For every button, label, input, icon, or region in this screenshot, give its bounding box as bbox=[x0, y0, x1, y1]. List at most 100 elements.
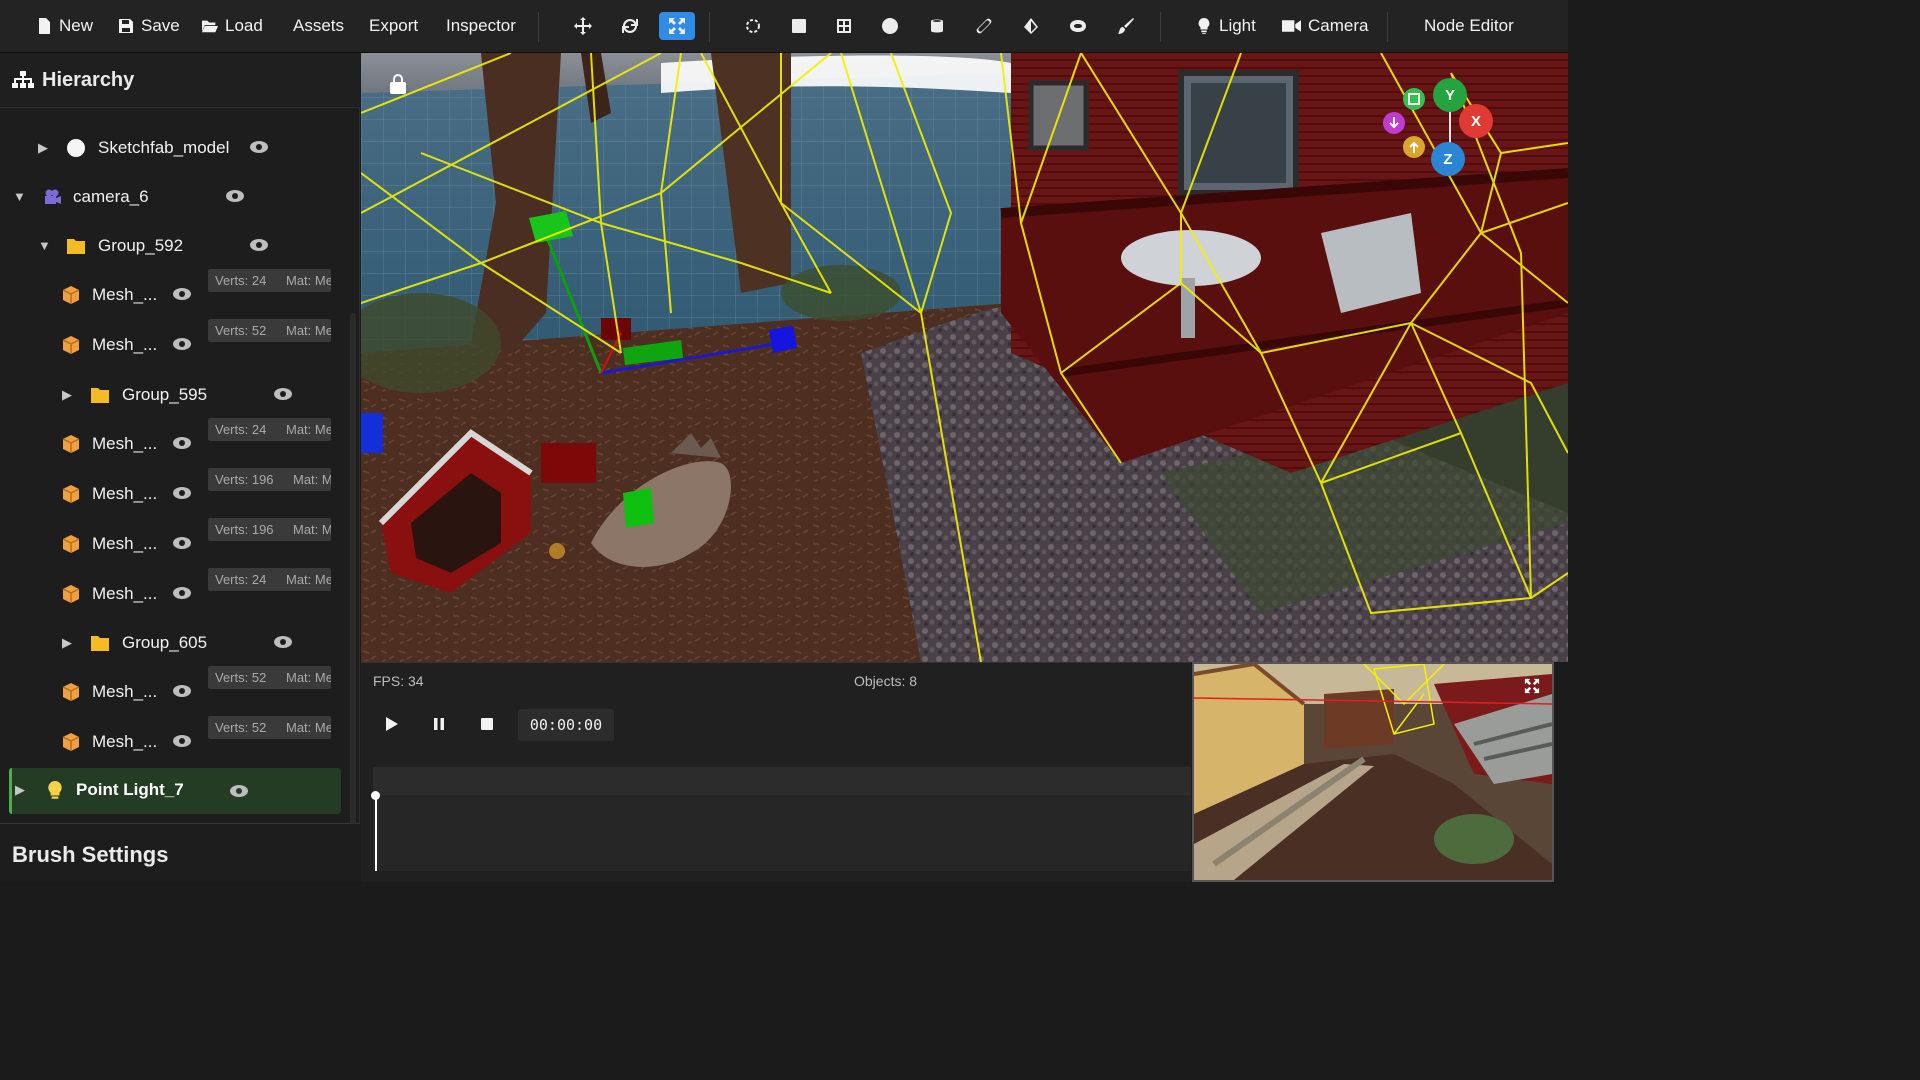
eye-icon[interactable] bbox=[172, 734, 192, 748]
add-cylinder-button[interactable] bbox=[921, 12, 953, 40]
cube-icon bbox=[62, 336, 80, 354]
expand-arrow-icon[interactable]: ▶ bbox=[15, 782, 25, 798]
mesh-info-badge: Verts: 52 Mat: Me bbox=[208, 716, 331, 739]
expand-arrow-icon[interactable]: ▶ bbox=[62, 387, 72, 403]
assets-label: Assets bbox=[293, 16, 345, 35]
add-capsule-button[interactable] bbox=[968, 12, 1000, 40]
camera-preview[interactable] bbox=[1192, 662, 1554, 882]
tree-row[interactable]: ▶ Sketchfab_model bbox=[0, 126, 346, 172]
collapse-arrow-icon[interactable]: ▼ bbox=[13, 189, 26, 204]
tree-row[interactable]: Mesh_... Verts: 196 Mat: M bbox=[0, 518, 346, 568]
play-button[interactable] bbox=[376, 709, 406, 739]
tree-row[interactable]: Mesh_... Verts: 24 Mat: Me bbox=[0, 568, 346, 618]
tree-row-label: Mesh_... bbox=[92, 484, 158, 503]
tree-row[interactable]: Mesh_... Verts: 24 Mat: Me bbox=[0, 418, 346, 468]
timeline-track[interactable] bbox=[371, 767, 1191, 871]
tree-row-label: Group_592 bbox=[98, 236, 184, 255]
assets-button[interactable]: Assets bbox=[293, 0, 344, 53]
folder-open-icon bbox=[202, 20, 218, 33]
collapse-arrow-icon[interactable]: ▼ bbox=[38, 238, 51, 253]
camera-label: Camera bbox=[1308, 16, 1369, 35]
play-icon bbox=[386, 717, 398, 731]
playhead-handle[interactable] bbox=[371, 791, 380, 800]
material-label: Mat: Me bbox=[286, 572, 331, 587]
tree-row-label: camera_6 bbox=[73, 187, 149, 206]
hierarchy-scrollbar[interactable] bbox=[350, 313, 356, 873]
hierarchy-panel: Hierarchy ▶ Sketchfab_model ▼ camera_6 ▼… bbox=[0, 53, 360, 882]
3d-viewport[interactable]: Y X Z bbox=[361, 53, 1568, 662]
eye-icon[interactable] bbox=[172, 684, 192, 698]
tree-row[interactable]: Mesh_... Verts: 52 Mat: Me bbox=[0, 319, 346, 369]
eye-icon[interactable] bbox=[229, 784, 249, 798]
verts-count: Verts: 52 bbox=[215, 670, 267, 685]
timeline-panel: FPS: 34 Objects: 8 00:00:00 bbox=[361, 662, 1191, 882]
tree-row[interactable]: ▶ Group_595 bbox=[0, 373, 346, 419]
add-cube-button[interactable] bbox=[783, 12, 815, 40]
arrow-down-icon bbox=[1389, 117, 1399, 129]
gizmo-x-axis[interactable]: X bbox=[1459, 104, 1493, 138]
stop-icon bbox=[481, 718, 493, 730]
sphere-icon bbox=[882, 18, 898, 34]
tree-row[interactable]: Mesh_... Verts: 196 Mat: M bbox=[0, 468, 346, 518]
move-tool-button[interactable] bbox=[567, 12, 599, 40]
gizmo-y-axis[interactable]: Y bbox=[1433, 78, 1467, 112]
gizmo-down-button[interactable] bbox=[1383, 112, 1405, 134]
eye-icon[interactable] bbox=[172, 536, 192, 550]
eye-icon[interactable] bbox=[249, 238, 269, 252]
brush-settings-header[interactable]: Brush Settings bbox=[0, 823, 360, 882]
cube-icon bbox=[792, 19, 806, 33]
tree-row[interactable]: Mesh_... Verts: 52 Mat: Me bbox=[0, 716, 346, 766]
eye-icon[interactable] bbox=[172, 436, 192, 450]
rotate-tool-button[interactable] bbox=[614, 12, 646, 40]
brush-tool-button[interactable] bbox=[1110, 12, 1142, 40]
expand-arrow-icon[interactable]: ▶ bbox=[38, 140, 48, 156]
expand-arrow-icon[interactable]: ▶ bbox=[62, 635, 72, 651]
tree-row-label: Mesh_... bbox=[92, 732, 158, 751]
load-button[interactable]: Load bbox=[202, 0, 263, 53]
tree-row[interactable]: ▶ Group_605 bbox=[0, 621, 346, 667]
tree-row[interactable]: Mesh_... Verts: 24 Mat: Me bbox=[0, 269, 346, 319]
inspector-button[interactable]: Inspector bbox=[446, 0, 516, 53]
add-cone-button[interactable] bbox=[1015, 12, 1047, 40]
tree-row-label: Mesh_... bbox=[92, 335, 158, 354]
scale-tool-button[interactable] bbox=[659, 12, 695, 40]
node-editor-button[interactable]: Node Editor bbox=[1424, 0, 1514, 53]
eye-icon[interactable] bbox=[225, 189, 245, 203]
tree-row-label: Group_605 bbox=[122, 633, 208, 652]
playhead[interactable] bbox=[375, 793, 377, 871]
tree-row-selected[interactable]: ▶ Point Light_7 bbox=[9, 768, 341, 814]
gizmo-up-button[interactable] bbox=[1403, 136, 1425, 158]
tree-row[interactable]: Mesh_... Verts: 52 Mat: Me bbox=[0, 666, 346, 716]
timeline-ruler[interactable] bbox=[373, 767, 1191, 795]
add-camera-button[interactable]: Camera bbox=[1282, 0, 1368, 53]
lock-icon[interactable] bbox=[388, 73, 408, 95]
gizmo-z-axis[interactable]: Z bbox=[1431, 142, 1465, 176]
export-button[interactable]: Export bbox=[369, 0, 418, 53]
mesh-info-badge: Verts: 196 Mat: M bbox=[208, 468, 331, 491]
eye-icon[interactable] bbox=[172, 586, 192, 600]
pause-icon bbox=[434, 718, 444, 730]
eye-icon[interactable] bbox=[273, 387, 293, 401]
light-label: Light bbox=[1219, 16, 1256, 35]
pause-button[interactable] bbox=[424, 709, 454, 739]
stop-button[interactable] bbox=[472, 709, 502, 739]
gizmo-frame-button[interactable] bbox=[1403, 88, 1425, 110]
material-label: Mat: M bbox=[293, 522, 331, 537]
eye-icon[interactable] bbox=[172, 337, 192, 351]
tree-row[interactable]: ▼ camera_6 bbox=[0, 175, 346, 221]
fullscreen-button[interactable] bbox=[1520, 674, 1544, 698]
add-sphere-button[interactable] bbox=[874, 12, 906, 40]
new-button[interactable]: New bbox=[36, 0, 93, 53]
tree-row[interactable]: ▼ Group_592 bbox=[0, 224, 346, 270]
eye-icon[interactable] bbox=[273, 635, 293, 649]
save-button[interactable]: Save bbox=[118, 0, 180, 53]
orientation-gizmo[interactable]: Y X Z bbox=[1383, 78, 1495, 208]
eye-icon[interactable] bbox=[172, 287, 192, 301]
eye-icon[interactable] bbox=[249, 140, 269, 154]
cube-icon bbox=[62, 535, 80, 553]
add-torus-button[interactable] bbox=[1062, 12, 1094, 40]
add-plane-button[interactable] bbox=[828, 12, 860, 40]
add-light-button[interactable]: Light bbox=[1196, 0, 1256, 53]
eye-icon[interactable] bbox=[172, 486, 192, 500]
add-empty-button[interactable] bbox=[737, 12, 769, 40]
